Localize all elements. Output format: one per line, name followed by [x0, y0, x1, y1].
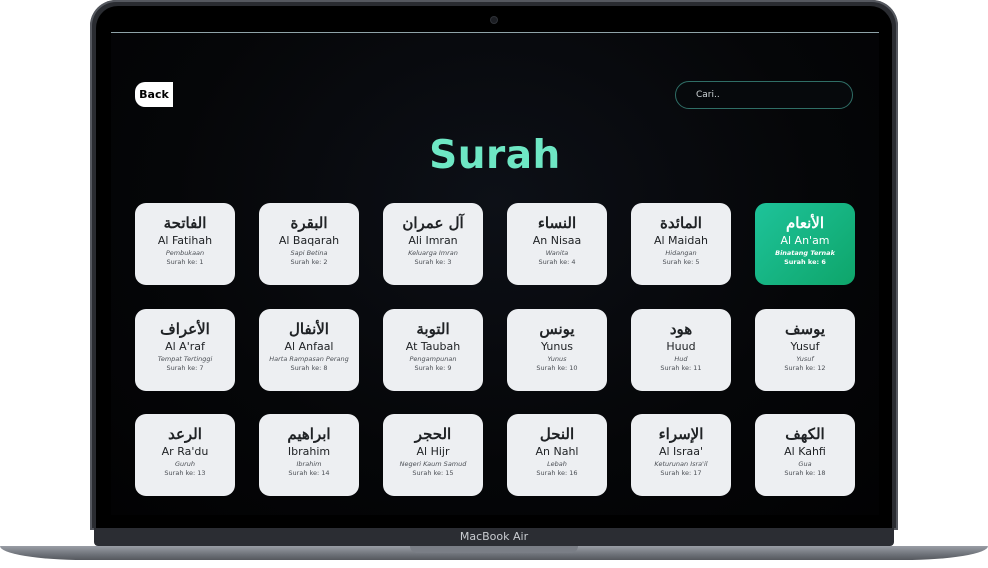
surah-latin-name: An Nahl	[535, 445, 579, 458]
surah-meaning: Tempat Tertinggi	[157, 355, 213, 363]
surah-number: Surah ke: 12	[784, 364, 826, 372]
surah-arabic-name: النحل	[539, 425, 575, 443]
surah-latin-name: Al Israa'	[658, 445, 704, 458]
surah-number: Surah ke: 16	[536, 469, 578, 477]
surah-card[interactable]: آل عمران Ali Imran Keluarga Imran Surah ke:…	[383, 203, 483, 285]
surah-meaning: Wanita	[545, 249, 569, 257]
surah-card[interactable]: الفاتحة Al Fatihah Pembukaan Surah ke: 1	[135, 203, 235, 285]
surah-meaning: Harta Rampasan Perang	[269, 355, 349, 363]
surah-number: Surah ke: 8	[290, 364, 328, 372]
surah-number: Surah ke: 6	[784, 258, 826, 266]
surah-card[interactable]: التوبة At Taubah Pengampunan Surah ke: 9	[383, 309, 483, 391]
search-input[interactable]	[694, 89, 848, 101]
surah-meaning: Sapi Betina	[290, 249, 328, 257]
surah-arabic-name: النساء	[537, 214, 577, 232]
surah-number: Surah ke: 15	[412, 469, 454, 477]
surah-latin-name: Al Hijr	[416, 445, 450, 458]
surah-meaning: Negeri Kaum Samud	[399, 460, 467, 468]
surah-number: Surah ke: 4	[538, 258, 576, 266]
surah-latin-name: Ibrahim	[287, 445, 331, 458]
surah-meaning: Hidangan	[665, 249, 697, 257]
surah-number: Surah ke: 17	[660, 469, 702, 477]
laptop-base: MacBook Air	[0, 528, 988, 568]
surah-latin-name: Huud	[666, 340, 696, 353]
surah-arabic-name: البقرة	[290, 214, 328, 232]
surah-meaning: Keluarga Imran	[408, 249, 458, 257]
back-button[interactable]: Back	[135, 82, 173, 107]
surah-card[interactable]: الأنعام Al An'am Binatang Ternak Surah ke: …	[755, 203, 855, 285]
surah-card[interactable]: النساء An Nisaa Wanita Surah ke: 4	[507, 203, 607, 285]
laptop-notch	[410, 546, 578, 553]
surah-arabic-name: الأنعام	[786, 214, 824, 232]
surah-latin-name: Al An'am	[780, 234, 830, 247]
surah-latin-name: An Nisaa	[532, 234, 582, 247]
surah-number: Surah ke: 5	[662, 258, 700, 266]
surah-arabic-name: يونس	[539, 320, 575, 338]
surah-number: Surah ke: 7	[166, 364, 204, 372]
surah-card[interactable]: ابراهيم Ibrahim Ibrahim Surah ke: 14	[259, 414, 359, 496]
surah-card[interactable]: الأعراف Al A'raf Tempat Tertinggi Surah ke:…	[135, 309, 235, 391]
surah-card[interactable]: الإسراء Al Israa' Keturunan Isra'il Surah k…	[631, 414, 731, 496]
page-title: Surah	[429, 133, 561, 178]
surah-card[interactable]: الحجر Al Hijr Negeri Kaum Samud Surah ke: 1…	[383, 414, 483, 496]
surah-latin-name: At Taubah	[405, 340, 461, 353]
surah-arabic-name: الأعراف	[160, 320, 210, 338]
surah-number: Surah ke: 2	[290, 258, 328, 266]
surah-arabic-name: الكهف	[785, 425, 825, 443]
surah-arabic-name: آل عمران	[402, 214, 464, 232]
surah-latin-name: Al Baqarah	[278, 234, 340, 247]
surah-arabic-name: الحجر	[414, 425, 452, 443]
surah-meaning: Guruh	[174, 460, 196, 468]
surah-card[interactable]: الرعد Ar Ra'du Guruh Surah ke: 13	[135, 414, 235, 496]
surah-arabic-name: هود	[669, 320, 693, 338]
surah-card[interactable]: الكهف Al Kahfi Gua Surah ke: 18	[755, 414, 855, 496]
surah-card[interactable]: البقرة Al Baqarah Sapi Betina Surah ke: 2	[259, 203, 359, 285]
surah-latin-name: Al Fatihah	[157, 234, 213, 247]
surah-card[interactable]: يوسف Yusuf Yusuf Surah ke: 12	[755, 309, 855, 391]
surah-card[interactable]: الأنفال Al Anfaal Harta Rampasan Perang Sur…	[259, 309, 359, 391]
surah-latin-name: Al Maidah	[653, 234, 709, 247]
surah-latin-name: Al A'raf	[165, 340, 205, 353]
surah-meaning: Yunus	[547, 355, 567, 363]
surah-number: Surah ke: 18	[784, 469, 826, 477]
surah-latin-name: Ali Imran	[408, 234, 458, 247]
surah-latin-name: Ar Ra'du	[161, 445, 209, 458]
surah-arabic-name: الأنفال	[289, 320, 329, 338]
surah-meaning: Gua	[798, 460, 812, 468]
app-screen: Back Surah الفاتحةAl FatihahPembukaanSur…	[111, 32, 879, 515]
surah-latin-name: Al Kahfi	[784, 445, 826, 458]
surah-meaning: Pengampunan	[409, 355, 457, 363]
surah-arabic-name: الإسراء	[658, 425, 704, 443]
surah-meaning: Binatang Ternak	[775, 249, 835, 257]
surah-number: Surah ke: 11	[660, 364, 702, 372]
surah-meaning: Keturunan Isra'il	[654, 460, 708, 468]
surah-latin-name: Yunus	[540, 340, 574, 353]
surah-card[interactable]: هود Huud Hud Surah ke: 11	[631, 309, 731, 391]
surah-arabic-name: ابراهيم	[287, 425, 331, 443]
surah-meaning: Pembukaan	[165, 249, 205, 257]
surah-latin-name: Yusuf	[790, 340, 820, 353]
surah-meaning: Lebah	[547, 460, 567, 468]
surah-number: Surah ke: 13	[164, 469, 206, 477]
search-box[interactable]	[675, 81, 853, 109]
surah-arabic-name: يوسف	[784, 320, 826, 338]
surah-meaning: Yusuf	[796, 355, 814, 363]
device-label: MacBook Air	[459, 530, 529, 543]
surah-number: Surah ke: 10	[536, 364, 578, 372]
surah-arabic-name: الفاتحة	[163, 214, 207, 232]
surah-meaning: Ibrahim	[296, 460, 322, 468]
surah-latin-name: Al Anfaal	[284, 340, 334, 353]
surah-number: Surah ke: 1	[166, 258, 204, 266]
surah-number: Surah ke: 14	[288, 469, 330, 477]
surah-arabic-name: الرعد	[168, 425, 202, 443]
surah-meaning: Hud	[674, 355, 688, 363]
surah-arabic-name: التوبة	[416, 320, 450, 338]
surah-card[interactable]: المائدة Al Maidah Hidangan Surah ke: 5	[631, 203, 731, 285]
surah-number: Surah ke: 9	[414, 364, 452, 372]
surah-card[interactable]: يونس Yunus Yunus Surah ke: 10	[507, 309, 607, 391]
surah-number: Surah ke: 3	[414, 258, 452, 266]
surah-card[interactable]: النحل An Nahl Lebah Surah ke: 16	[507, 414, 607, 496]
surah-arabic-name: المائدة	[660, 214, 702, 232]
camera-icon	[491, 17, 497, 23]
